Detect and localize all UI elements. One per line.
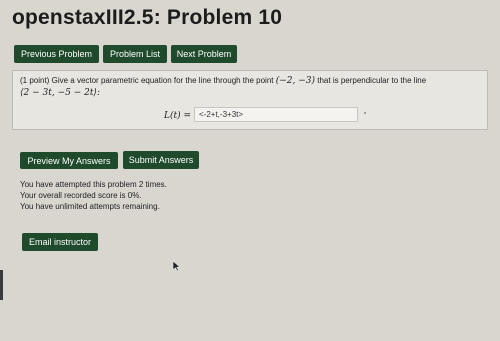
answer-input[interactable]: [194, 107, 358, 122]
attempts-text: You have attempted this problem 2 times.: [20, 180, 167, 189]
preview-answers-button[interactable]: Preview My Answers: [20, 152, 118, 169]
score-text: Your overall recorded score is 0%.: [20, 191, 142, 200]
problem-text-before: Give a vector parametric equation for th…: [51, 76, 274, 85]
problem-line-vector: ⟨2 − 3t, −5 − 2t⟩:: [20, 88, 100, 98]
page-title: openstaxIII2.5: Problem 10: [12, 6, 283, 29]
problem-text-after: that is perpendicular to the line: [317, 76, 427, 85]
previous-problem-button[interactable]: Previous Problem: [14, 45, 99, 63]
problem-panel: (1 point) Give a vector parametric equat…: [12, 70, 488, 130]
screen-edge-shadow: [0, 270, 3, 300]
problem-point: (−2, −3): [275, 76, 316, 86]
problem-list-button[interactable]: Problem List: [103, 45, 167, 63]
mouse-cursor-icon: [172, 260, 181, 272]
problem-points: (1 point): [20, 76, 50, 85]
email-instructor-button[interactable]: Email instructor: [22, 233, 98, 251]
attempt-status: You have attempted this problem 2 times.…: [20, 179, 167, 212]
next-problem-button[interactable]: Next Problem: [171, 45, 237, 63]
answer-feedback-dot: [364, 112, 366, 114]
answer-label: L(t) =: [164, 111, 192, 121]
remaining-attempts-text: You have unlimited attempts remaining.: [20, 202, 160, 211]
submit-answers-button[interactable]: Submit Answers: [123, 151, 199, 169]
problem-statement: (1 point) Give a vector parametric equat…: [20, 75, 426, 99]
